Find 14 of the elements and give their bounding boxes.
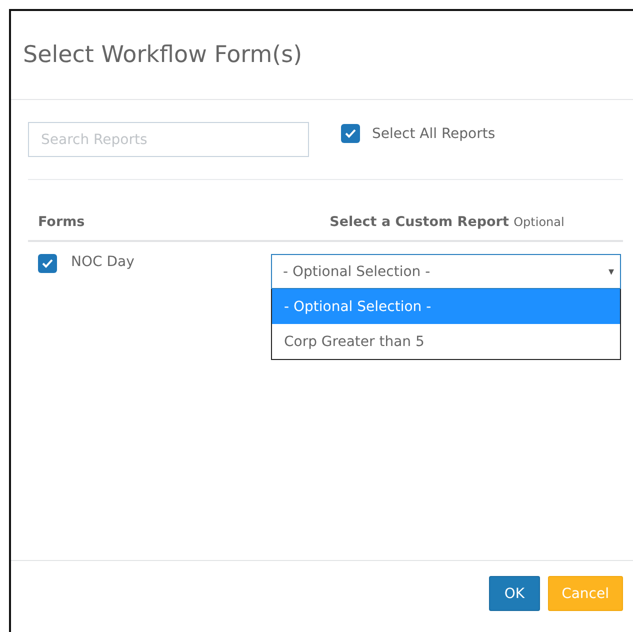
form-name: NOC Day: [71, 254, 134, 270]
column-header: Select a Custom Report Optional: [328, 214, 566, 230]
search-field[interactable]: Search Reports: [28, 122, 309, 157]
check-icon: [42, 259, 53, 268]
checkbox-label: Select All Reports: [372, 126, 496, 142]
dialog-title: Select Workflow Form(s): [23, 42, 302, 68]
caret-icon: ▾: [608, 265, 614, 278]
dropdown-option[interactable]: - Optional Selection -: [272, 289, 620, 324]
checkbox[interactable]: [341, 124, 360, 143]
report-dropdown[interactable]: - Optional Selection - ▾: [271, 254, 621, 289]
column-header: Forms: [38, 214, 86, 230]
checkbox[interactable]: [38, 254, 57, 273]
ok-button[interactable]: OK: [489, 576, 540, 611]
check-icon: [345, 129, 356, 138]
